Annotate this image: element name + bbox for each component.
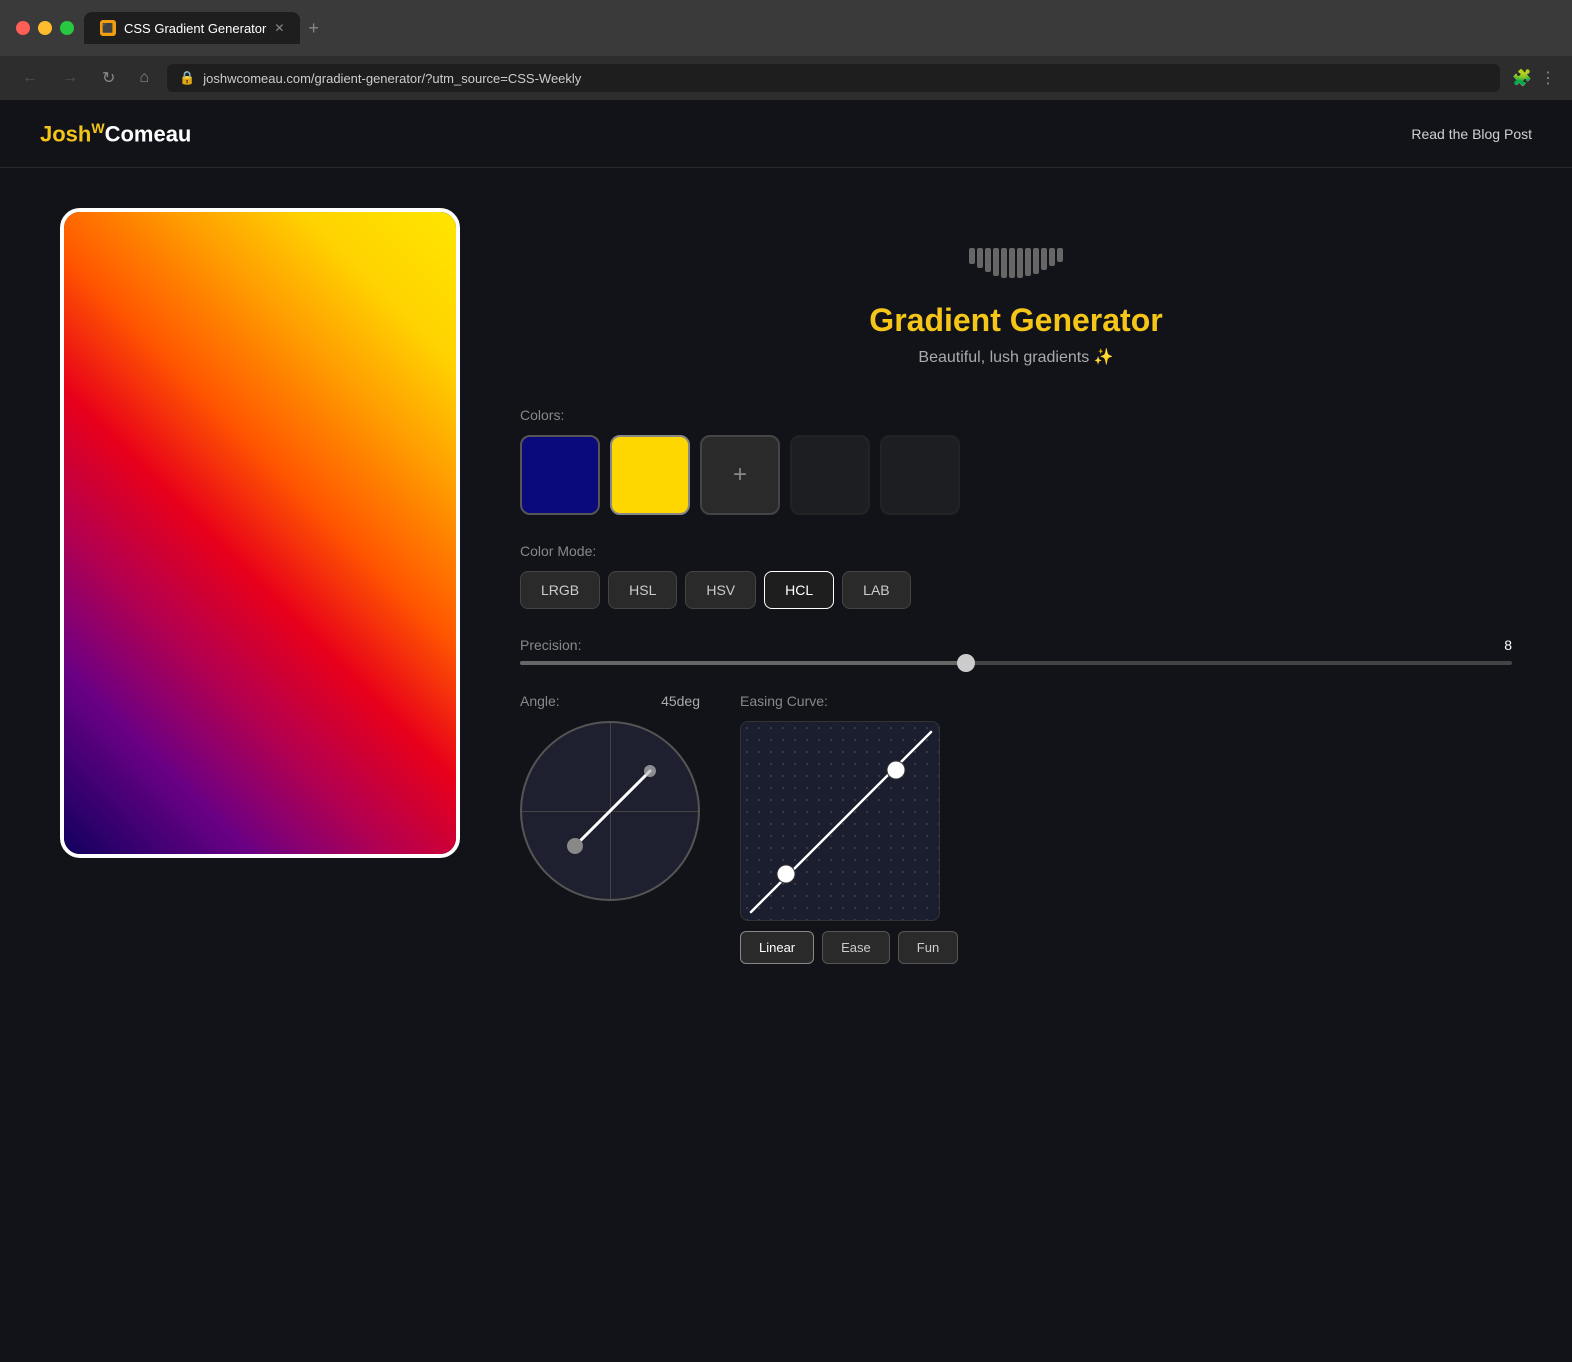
bar-1	[969, 248, 975, 264]
bar-10	[1041, 248, 1047, 270]
active-tab[interactable]: ⬛ CSS Gradient Generator ✕	[84, 12, 300, 44]
gradient-box	[64, 212, 456, 854]
menu-icon[interactable]: ⋮	[1540, 68, 1556, 88]
color-mode-section: Color Mode: LRGB HSL HSV HCL LAB	[520, 543, 1512, 609]
easing-btn-linear[interactable]: Linear	[740, 931, 814, 964]
easing-svg	[741, 722, 939, 920]
colors-label: Colors:	[520, 407, 1512, 423]
browser-titlebar: ⬛ CSS Gradient Generator ✕ +	[0, 0, 1572, 56]
main-content: Gradient Generator Beautiful, lush gradi…	[0, 168, 1572, 1068]
bar-9	[1033, 248, 1039, 274]
new-tab-button[interactable]: +	[304, 14, 323, 43]
bar-12	[1057, 248, 1063, 262]
gradient-preview	[60, 208, 460, 858]
back-button[interactable]: ←	[16, 65, 44, 91]
precision-section: Precision: 8	[520, 637, 1512, 665]
angle-label-row: Angle: 45deg	[520, 693, 700, 709]
home-button[interactable]: ⌂	[133, 65, 155, 91]
precision-value: 8	[1504, 637, 1512, 653]
color-swatch-empty-2	[880, 435, 960, 515]
mode-btn-hsl[interactable]: HSL	[608, 571, 677, 609]
controls-header: Gradient Generator Beautiful, lush gradi…	[520, 248, 1512, 367]
precision-slider[interactable]	[520, 661, 1512, 665]
page-title: Gradient Generator	[520, 302, 1512, 339]
tab-favicon: ⬛	[100, 20, 116, 36]
slider-track	[520, 661, 1512, 665]
app-container: JoshWComeau Read the Blog Post	[0, 100, 1572, 1362]
browser-actions: 🧩 ⋮	[1512, 68, 1556, 88]
bar-8	[1025, 248, 1031, 276]
easing-curve-box[interactable]	[740, 721, 940, 921]
blog-link[interactable]: Read the Blog Post	[1411, 126, 1532, 142]
browser-nav: ← → ↻ ⌂ 🔒 joshwcomeau.com/gradient-gener…	[0, 56, 1572, 100]
controls-panel: Gradient Generator Beautiful, lush gradi…	[520, 208, 1512, 1028]
mode-btn-hsv[interactable]: HSV	[685, 571, 756, 609]
bar-7	[1017, 248, 1023, 278]
bar-4	[993, 248, 999, 276]
gradient-bars-icon	[520, 248, 1512, 278]
precision-row: Precision: 8	[520, 637, 1512, 653]
page-subtitle: Beautiful, lush gradients ✨	[520, 347, 1512, 367]
tab-label: CSS Gradient Generator	[124, 21, 266, 36]
precision-label: Precision:	[520, 637, 581, 653]
logo-comeau: Comeau	[105, 121, 192, 146]
color-swatch-1[interactable]	[520, 435, 600, 515]
logo-josh: Josh	[40, 121, 91, 146]
bar-3	[985, 248, 991, 272]
refresh-button[interactable]: ↻	[96, 64, 121, 92]
close-button[interactable]	[16, 21, 30, 35]
color-swatch-2[interactable]	[610, 435, 690, 515]
mode-btn-lrgb[interactable]: LRGB	[520, 571, 600, 609]
easing-btn-ease[interactable]: Ease	[822, 931, 890, 964]
browser-tabs: ⬛ CSS Gradient Generator ✕ +	[84, 12, 1556, 44]
gradient-preview-container	[60, 208, 460, 1028]
slider-fill	[520, 661, 966, 665]
easing-section: Easing Curve:	[740, 693, 1512, 964]
easing-btn-fun[interactable]: Fun	[898, 931, 958, 964]
add-color-button[interactable]: +	[700, 435, 780, 515]
bar-5	[1001, 248, 1007, 278]
dial-svg	[520, 721, 700, 901]
tab-close-icon[interactable]: ✕	[274, 21, 284, 35]
color-swatch-empty-1	[790, 435, 870, 515]
angle-label: Angle:	[520, 693, 560, 709]
angle-section: Angle: 45deg	[520, 693, 700, 964]
logo: JoshWComeau	[40, 120, 191, 147]
mode-btn-hcl[interactable]: HCL	[764, 571, 834, 609]
angle-easing-row: Angle: 45deg	[520, 693, 1512, 964]
app-header: JoshWComeau Read the Blog Post	[0, 100, 1572, 168]
bar-2	[977, 248, 983, 268]
extensions-icon[interactable]: 🧩	[1512, 68, 1532, 88]
minimize-button[interactable]	[38, 21, 52, 35]
easing-label: Easing Curve:	[740, 693, 1512, 709]
traffic-lights	[16, 21, 74, 35]
colors-section: Colors: +	[520, 407, 1512, 515]
color-mode-buttons: LRGB HSL HSV HCL LAB	[520, 571, 1512, 609]
url-text: joshwcomeau.com/gradient-generator/?utm_…	[203, 71, 581, 86]
bar-6	[1009, 248, 1015, 278]
mode-btn-lab[interactable]: LAB	[842, 571, 910, 609]
forward-button[interactable]: →	[56, 65, 84, 91]
easing-buttons: Linear Ease Fun	[740, 931, 1512, 964]
logo-w: W	[91, 120, 104, 136]
slider-thumb[interactable]	[957, 654, 975, 672]
address-bar[interactable]: 🔒 joshwcomeau.com/gradient-generator/?ut…	[167, 64, 1500, 92]
angle-value: 45deg	[661, 693, 700, 709]
bar-11	[1049, 248, 1055, 266]
color-swatches: +	[520, 435, 1512, 515]
color-mode-label: Color Mode:	[520, 543, 1512, 559]
angle-dial[interactable]	[520, 721, 700, 901]
maximize-button[interactable]	[60, 21, 74, 35]
